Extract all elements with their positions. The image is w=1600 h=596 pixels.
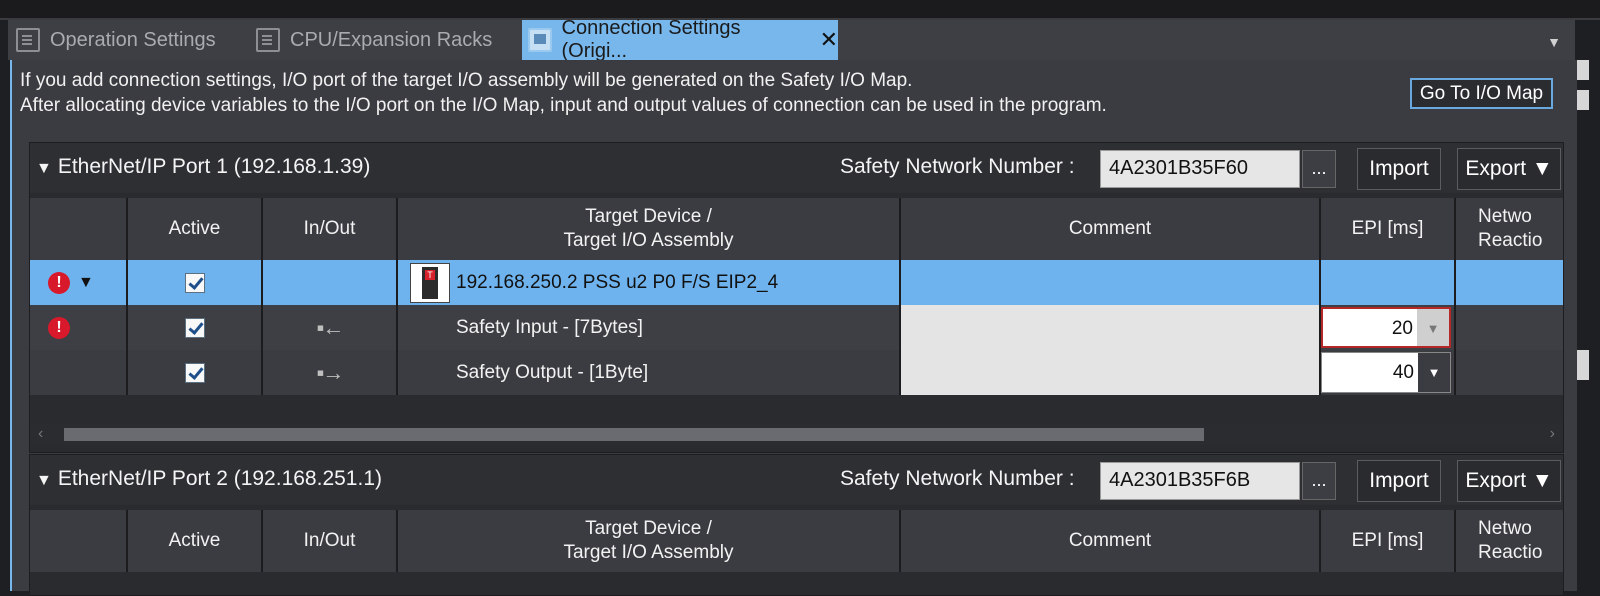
scroll-right-icon[interactable]: › xyxy=(1550,425,1555,443)
info-text: If you add connection settings, I/O port… xyxy=(20,68,1107,118)
active-checkbox[interactable] xyxy=(184,272,205,293)
chevron-down-icon[interactable]: ▼ xyxy=(1418,353,1450,392)
side-panel-edge xyxy=(1577,20,1600,591)
snn-browse-button[interactable]: ... xyxy=(1302,462,1336,500)
active-cell xyxy=(126,260,261,305)
grid-header: Active In/Out Target Device / Target I/O … xyxy=(30,510,1563,572)
tab-list-dropdown-icon[interactable]: ▼ xyxy=(1547,34,1561,50)
status-cell: ! ▼ xyxy=(30,260,126,305)
table-row[interactable]: ▪→ Safety Output - [1Byte] 40 ▼ xyxy=(30,350,1563,395)
status-column-header xyxy=(30,510,126,572)
editor-tab-strip: Operation Settings CPU/Expansion Racks C… xyxy=(8,17,1575,62)
network-reaction-column-header[interactable]: Netwo Reactio xyxy=(1454,510,1563,572)
error-icon: ! xyxy=(48,316,70,339)
target-device-name: 192.168.250.2 PSS u2 P0 F/S EIP2_4 xyxy=(456,271,779,293)
side-panel-tab[interactable] xyxy=(1577,60,1589,80)
tab-label: Connection Settings (Origi... xyxy=(561,17,741,62)
tab-operation-settings[interactable]: Operation Settings xyxy=(16,20,216,60)
close-icon[interactable]: ✕ xyxy=(820,27,838,53)
target-cell: Safety Input - [7Bytes] xyxy=(396,305,899,350)
epi-column-header[interactable]: EPI [ms] xyxy=(1319,198,1454,260)
assembly-name: Safety Input - [7Bytes] xyxy=(456,316,643,338)
info-line-1: If you add connection settings, I/O port… xyxy=(20,70,913,91)
port-1-header: ▼ EtherNet/IP Port 1 (192.168.1.39) Safet… xyxy=(30,143,1563,193)
snn-label: Safety Network Number : xyxy=(840,467,1075,490)
collapse-icon[interactable]: ▼ xyxy=(36,160,52,177)
comment-column-header[interactable]: Comment xyxy=(899,510,1319,572)
error-icon: ! xyxy=(48,271,70,294)
table-row[interactable]: ! ▼ 192.168.250.2 PSS u2 P0 F/S EIP2_4 xyxy=(30,260,1563,305)
input-direction-icon: ▪← xyxy=(316,314,345,340)
side-panel-tab[interactable] xyxy=(1577,350,1589,380)
export-button[interactable]: Export ▼ xyxy=(1457,148,1561,190)
tab-connection-settings[interactable]: Connection Settings (Origi... ✕ xyxy=(522,17,838,62)
status-cell: ! xyxy=(30,305,126,350)
status-column-header xyxy=(30,198,126,260)
rack-icon xyxy=(256,28,280,52)
inout-cell xyxy=(261,260,396,305)
import-button[interactable]: Import xyxy=(1357,148,1441,190)
grid-header: Active In/Out Target Device / Target I/O … xyxy=(30,198,1563,260)
network-reaction-cell xyxy=(1454,260,1563,305)
scrollbar-thumb[interactable] xyxy=(64,428,1204,441)
active-column-header[interactable]: Active xyxy=(126,510,261,572)
epi-select[interactable]: 40 ▼ xyxy=(1321,352,1451,393)
network-reaction-cell xyxy=(1454,350,1563,395)
import-button[interactable]: Import xyxy=(1357,460,1441,502)
network-reaction-column-header[interactable]: Netwo Reactio xyxy=(1454,198,1563,260)
safety-device-icon xyxy=(410,262,450,303)
tab-cpu-expansion-racks[interactable]: CPU/Expansion Racks xyxy=(256,20,492,60)
epi-select[interactable]: 20 ▼ xyxy=(1321,307,1451,348)
target-cell: Safety Output - [1Byte] xyxy=(396,350,899,395)
active-cell xyxy=(126,305,261,350)
port-1-panel: ▼ EtherNet/IP Port 1 (192.168.1.39) Safet… xyxy=(29,142,1564,453)
output-direction-icon: ▪→ xyxy=(316,359,345,385)
connection-settings-editor: If you add connection settings, I/O port… xyxy=(10,60,1577,596)
settings-page-icon xyxy=(16,28,40,52)
comment-field[interactable] xyxy=(899,350,1319,395)
comment-cell[interactable] xyxy=(899,260,1319,305)
target-column-header[interactable]: Target Device / Target I/O Assembly xyxy=(396,510,899,572)
info-line-2: After allocating device variables to the… xyxy=(20,95,1107,116)
go-to-io-map-button[interactable]: Go To I/O Map xyxy=(1410,78,1553,109)
port-1-title[interactable]: ▼ EtherNet/IP Port 1 (192.168.1.39) xyxy=(36,155,370,179)
active-column-header[interactable]: Active xyxy=(126,198,261,260)
port-2-panel: ▼ EtherNet/IP Port 2 (192.168.251.1) Safe… xyxy=(29,454,1564,596)
target-cell: 192.168.250.2 PSS u2 P0 F/S EIP2_4 xyxy=(396,260,899,305)
snn-label: Safety Network Number : xyxy=(840,155,1075,178)
inout-column-header[interactable]: In/Out xyxy=(261,510,396,572)
epi-cell: 40 ▼ xyxy=(1319,350,1454,395)
export-button[interactable]: Export ▼ xyxy=(1457,460,1561,502)
connection-icon xyxy=(528,28,552,52)
active-checkbox[interactable] xyxy=(184,362,205,383)
comment-column-header[interactable]: Comment xyxy=(899,198,1319,260)
scroll-left-icon[interactable]: ‹ xyxy=(38,425,43,443)
network-reaction-cell xyxy=(1454,305,1563,350)
snn-field[interactable]: 4A2301B35F60 xyxy=(1100,150,1300,188)
snn-browse-button[interactable]: ... xyxy=(1302,150,1336,188)
table-row[interactable]: ! ▪← Safety Input - [7Bytes] 20 ▼ xyxy=(30,305,1563,350)
inout-column-header[interactable]: In/Out xyxy=(261,198,396,260)
epi-cell xyxy=(1319,260,1454,305)
comment-field[interactable] xyxy=(899,305,1319,350)
collapse-icon[interactable]: ▼ xyxy=(36,472,52,489)
port-2-header: ▼ EtherNet/IP Port 2 (192.168.251.1) Safe… xyxy=(30,455,1563,505)
expand-icon[interactable]: ▼ xyxy=(78,274,94,292)
inout-cell: ▪← xyxy=(261,305,396,350)
chevron-down-icon[interactable]: ▼ xyxy=(1417,309,1449,346)
epi-column-header[interactable]: EPI [ms] xyxy=(1319,510,1454,572)
snn-field[interactable]: 4A2301B35F6B xyxy=(1100,462,1300,500)
port-2-title[interactable]: ▼ EtherNet/IP Port 2 (192.168.251.1) xyxy=(36,467,382,491)
horizontal-scrollbar[interactable]: ‹ › xyxy=(30,423,1563,445)
target-column-header[interactable]: Target Device / Target I/O Assembly xyxy=(396,198,899,260)
active-checkbox[interactable] xyxy=(184,317,205,338)
tab-label: Operation Settings xyxy=(50,28,216,51)
status-cell xyxy=(30,350,126,395)
active-cell xyxy=(126,350,261,395)
assembly-name: Safety Output - [1Byte] xyxy=(456,361,649,383)
side-panel-tab[interactable] xyxy=(1577,90,1589,110)
tab-label: CPU/Expansion Racks xyxy=(290,28,493,51)
inout-cell: ▪→ xyxy=(261,350,396,395)
epi-cell: 20 ▼ xyxy=(1319,305,1454,350)
